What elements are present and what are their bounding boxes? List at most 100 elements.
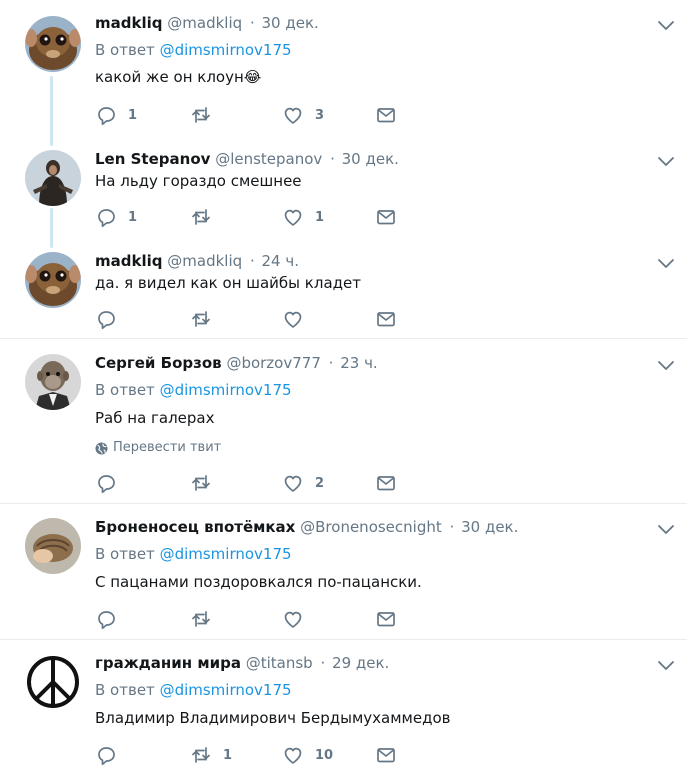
- retweet-icon: [192, 611, 210, 627]
- like-count: 2: [315, 475, 325, 491]
- timestamp[interactable]: 30 дек.: [461, 518, 518, 536]
- user-handle[interactable]: @madkliq: [167, 252, 242, 270]
- like-button[interactable]: 10: [282, 743, 333, 767]
- tweet[interactable]: Сергей Борзов @borzov777 · 23 ч. В ответ…: [0, 352, 687, 502]
- tweet-header: madkliq @madkliq · 24 ч.: [95, 250, 299, 272]
- globe-icon: [95, 442, 108, 454]
- separator-dot: ·: [330, 150, 335, 168]
- separator: [0, 338, 687, 339]
- retweet-button[interactable]: [190, 205, 223, 229]
- retweet-button[interactable]: 1: [190, 743, 232, 767]
- separator-dot: ·: [249, 14, 255, 32]
- tweet[interactable]: Броненосец впотёмках @Bronenosecnight · …: [0, 516, 687, 636]
- tweet-actions: 1 1: [95, 205, 415, 229]
- reply-prefix: В ответ: [95, 381, 155, 399]
- heart-icon: [284, 107, 302, 124]
- tweet-actions: [95, 607, 415, 631]
- user-handle[interactable]: @madkliq: [167, 14, 242, 32]
- like-count: 3: [315, 107, 325, 123]
- tweet-text: какой же он клоун😂: [95, 66, 261, 88]
- direct-message-button[interactable]: [375, 743, 397, 767]
- retweet-icon: [192, 311, 210, 327]
- tweet-header: Сергей Борзов @borzov777 · 23 ч.: [95, 352, 378, 374]
- timestamp[interactable]: 29 дек.: [332, 654, 389, 672]
- user-handle[interactable]: @lenstepanov: [215, 150, 322, 168]
- like-button[interactable]: [282, 307, 315, 331]
- mention-link[interactable]: @dimsmirnov175: [160, 41, 292, 59]
- tweet-text: Раб на галерах: [95, 409, 215, 427]
- timestamp[interactable]: 23 ч.: [340, 354, 378, 372]
- tweet-text-body: какой же он клоун: [95, 68, 244, 86]
- tweet-actions: [95, 307, 415, 331]
- display-name[interactable]: Броненосец впотёмках: [95, 518, 295, 536]
- chevron-down-icon[interactable]: [655, 14, 677, 36]
- avatar[interactable]: [25, 654, 81, 710]
- reply-count: 1: [128, 209, 138, 225]
- retweet-icon: [192, 107, 210, 123]
- reply-button[interactable]: [95, 743, 128, 767]
- timestamp[interactable]: 24 ч.: [262, 252, 300, 270]
- chevron-down-icon[interactable]: [655, 252, 677, 274]
- chevron-down-icon[interactable]: [655, 354, 677, 376]
- envelope-icon: [377, 312, 395, 327]
- chevron-down-icon[interactable]: [655, 518, 677, 540]
- reply-prefix: В ответ: [95, 41, 155, 59]
- reply-button[interactable]: 1: [95, 205, 137, 229]
- avatar[interactable]: [25, 354, 81, 410]
- avatar[interactable]: [25, 150, 81, 206]
- reply-context: В ответ @dimsmirnov175: [95, 380, 292, 400]
- envelope-icon: [377, 108, 395, 123]
- translate-tweet-link[interactable]: Перевести твит: [95, 439, 221, 457]
- direct-message-button[interactable]: [375, 471, 397, 495]
- like-button[interactable]: 2: [282, 471, 324, 495]
- direct-message-button[interactable]: [375, 103, 397, 127]
- separator-dot: ·: [320, 654, 326, 672]
- envelope-icon: [377, 612, 395, 627]
- avatar[interactable]: [25, 252, 81, 308]
- reply-button[interactable]: [95, 471, 128, 495]
- display-name[interactable]: Len Stepanov: [95, 150, 210, 168]
- retweet-button[interactable]: [190, 471, 223, 495]
- display-name[interactable]: Сергей Борзов: [95, 354, 222, 372]
- reply-icon: [98, 209, 115, 228]
- tweet[interactable]: гражданин мира @titansb · 29 дек. В отве…: [0, 652, 687, 769]
- retweet-button[interactable]: [190, 607, 223, 631]
- chevron-down-icon[interactable]: [655, 654, 677, 676]
- display-name[interactable]: madkliq: [95, 252, 163, 270]
- timestamp[interactable]: 30 дек.: [262, 14, 319, 32]
- user-handle[interactable]: @borzov777: [226, 354, 320, 372]
- envelope-icon: [377, 748, 395, 763]
- like-button[interactable]: 1: [282, 205, 324, 229]
- reply-icon: [98, 475, 115, 494]
- reply-count: 1: [128, 107, 138, 123]
- display-name[interactable]: madkliq: [95, 14, 163, 32]
- display-name[interactable]: гражданин мира: [95, 654, 241, 672]
- user-handle[interactable]: @Bronenosecnight: [300, 518, 442, 536]
- heart-icon: [284, 611, 302, 628]
- direct-message-button[interactable]: [375, 205, 397, 229]
- user-handle[interactable]: @titansb: [246, 654, 313, 672]
- reply-icon: [98, 747, 115, 766]
- mention-link[interactable]: @dimsmirnov175: [160, 381, 292, 399]
- like-button[interactable]: [282, 607, 315, 631]
- mention-link[interactable]: @dimsmirnov175: [160, 545, 292, 563]
- chevron-down-icon[interactable]: [655, 150, 677, 172]
- separator-dot: ·: [249, 252, 255, 270]
- direct-message-button[interactable]: [375, 307, 397, 331]
- tweet[interactable]: madkliq @madkliq · 30 дек. В ответ @dims…: [0, 12, 687, 132]
- avatar[interactable]: [25, 518, 81, 574]
- retweet-button[interactable]: [190, 307, 223, 331]
- reply-button[interactable]: [95, 307, 128, 331]
- like-button[interactable]: 3: [282, 103, 324, 127]
- tweet[interactable]: madkliq @madkliq · 24 ч. да. я видел как…: [0, 250, 687, 340]
- heart-icon: [284, 747, 302, 764]
- avatar[interactable]: [25, 16, 81, 72]
- retweet-button[interactable]: [190, 103, 223, 127]
- reply-context: В ответ @dimsmirnov175: [95, 544, 292, 564]
- reply-button[interactable]: 1: [95, 103, 137, 127]
- direct-message-button[interactable]: [375, 607, 397, 631]
- timestamp[interactable]: 30 дек.: [342, 150, 399, 168]
- mention-link[interactable]: @dimsmirnov175: [160, 681, 292, 699]
- tweet[interactable]: Len Stepanov @lenstepanov · 30 дек. На л…: [0, 148, 687, 238]
- reply-button[interactable]: [95, 607, 128, 631]
